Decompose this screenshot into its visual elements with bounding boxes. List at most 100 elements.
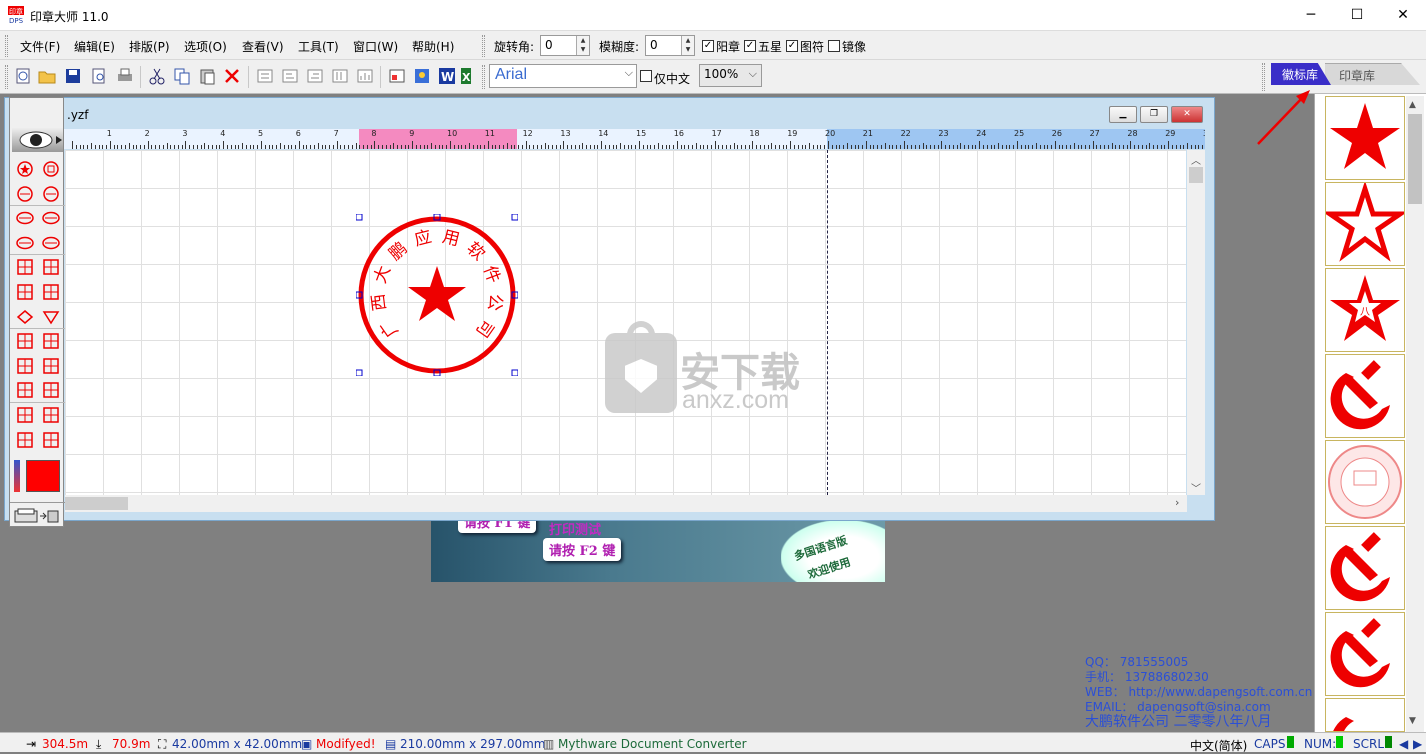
open-folder-icon[interactable] <box>38 67 56 85</box>
seal[interactable]: 广西大鹏应用软件公司 <box>356 214 518 376</box>
scroll-thumb[interactable] <box>1408 114 1422 204</box>
delete-icon[interactable] <box>223 67 241 85</box>
shape-tool-icon[interactable] <box>42 185 60 203</box>
scroll-up-icon[interactable]: ▲ <box>1409 100 1416 110</box>
ruler-label: 6 <box>295 129 301 138</box>
print-icon[interactable] <box>116 67 134 85</box>
shape-tool-icon[interactable] <box>42 209 60 227</box>
toolbar-grip[interactable] <box>5 35 8 57</box>
shape-tool-icon[interactable] <box>16 185 34 203</box>
shape-tool-icon[interactable] <box>42 406 60 424</box>
shape-tool-icon[interactable] <box>16 381 34 399</box>
menu-options[interactable]: 选项(O) <box>184 38 227 55</box>
doc-vertical-scrollbar[interactable]: ︿ ﹀ <box>1187 150 1205 495</box>
doc-horizontal-scrollbar[interactable]: › <box>65 495 1187 512</box>
shape-tool-icon[interactable] <box>16 258 34 276</box>
cut-icon[interactable] <box>148 67 166 85</box>
color-swatch-red[interactable] <box>26 460 60 492</box>
excel-icon[interactable]: X <box>461 67 471 85</box>
shape-tool-icon[interactable] <box>42 431 60 449</box>
emblem-army-star[interactable]: 八 <box>1325 268 1405 352</box>
scroll-up-icon[interactable]: ︿ <box>1191 152 1201 167</box>
eye-icon[interactable] <box>12 128 63 152</box>
toolbar-grip[interactable] <box>5 65 8 89</box>
shape-tool-icon[interactable] <box>16 406 34 424</box>
shape-tool-icon[interactable] <box>16 332 34 350</box>
minimize-button[interactable]: ─ <box>1288 0 1334 31</box>
emblem-hammer-sickle-4[interactable] <box>1325 698 1405 732</box>
only-chinese-checkbox[interactable] <box>640 70 652 82</box>
emblem-outline-star[interactable] <box>1321 180 1409 266</box>
emblem-circular-badge[interactable] <box>1325 440 1405 524</box>
shape-tool-icon[interactable] <box>16 308 34 326</box>
scroll-down-icon[interactable]: ▼ <box>1409 716 1416 726</box>
rotation-spin-buttons[interactable]: ▲ ▼ <box>576 36 589 55</box>
scroll-thumb[interactable] <box>65 497 128 510</box>
scroll-right-icon[interactable]: ▶ <box>1413 737 1422 751</box>
shape-tool-icon[interactable] <box>16 234 34 252</box>
scroll-thumb[interactable] <box>1189 167 1203 183</box>
maximize-button[interactable]: ☐ <box>1334 0 1380 31</box>
shape-tool-icon[interactable] <box>42 357 60 375</box>
paste-icon[interactable] <box>198 67 216 85</box>
menu-layout[interactable]: 排版(P) <box>129 38 170 55</box>
picture-icon[interactable] <box>413 67 431 85</box>
checkbox-mirror[interactable] <box>828 40 840 52</box>
zoom-select[interactable]: 100% ⌵ <box>699 64 762 87</box>
scroll-right-icon[interactable]: › <box>1175 496 1179 509</box>
copy-icon[interactable] <box>173 67 191 85</box>
align-icon[interactable] <box>281 67 299 85</box>
checkbox-symbol[interactable]: ✓ <box>786 40 798 52</box>
toolbar-grip[interactable] <box>482 65 485 89</box>
shape-tool-icon[interactable] <box>16 209 34 227</box>
printer-icon[interactable] <box>14 508 60 524</box>
shape-tool-icon[interactable] <box>16 283 34 301</box>
shape-tool-icon[interactable] <box>42 258 60 276</box>
shape-tool-icon[interactable] <box>16 160 34 178</box>
toolbar-grip[interactable] <box>482 35 485 57</box>
align-icon[interactable] <box>356 67 374 85</box>
emblem-scrollbar[interactable]: ▲ ▼ <box>1406 96 1424 732</box>
scroll-left-icon[interactable]: ◀ <box>1399 737 1408 751</box>
emblem-hammer-sickle-3[interactable] <box>1325 612 1405 696</box>
checkbox-star[interactable]: ✓ <box>744 40 756 52</box>
menu-tools[interactable]: 工具(T) <box>298 38 339 55</box>
font-select[interactable]: Arial ⌵ <box>489 64 637 88</box>
emblem-solid-star[interactable] <box>1325 96 1405 180</box>
align-icon[interactable] <box>306 67 324 85</box>
doc-close-button[interactable]: ✕ <box>1171 106 1203 123</box>
design-canvas[interactable]: 广西大鹏应用软件公司 安下载 anxz.com <box>65 150 1186 495</box>
menu-file[interactable]: 文件(F) <box>20 38 60 55</box>
contact-company: 大鹏软件公司 二零零八年八月 <box>1085 714 1272 730</box>
shape-tool-icon[interactable] <box>16 431 34 449</box>
menu-help[interactable]: 帮助(H) <box>412 38 454 55</box>
word-icon[interactable]: W <box>438 67 456 85</box>
print-preview-icon[interactable] <box>90 67 108 85</box>
shape-tool-icon[interactable] <box>16 357 34 375</box>
toolbar-grip[interactable] <box>1262 63 1265 91</box>
shape-tool-icon[interactable] <box>42 234 60 252</box>
blur-spin-buttons[interactable]: ▲ ▼ <box>681 36 694 55</box>
shape-tool-icon[interactable] <box>42 283 60 301</box>
shape-tool-icon[interactable] <box>42 332 60 350</box>
shape-tool-icon[interactable] <box>42 160 60 178</box>
emblem-hammer-sickle-2[interactable] <box>1325 526 1405 610</box>
menu-view[interactable]: 查看(V) <box>242 38 284 55</box>
shape-tool-icon[interactable] <box>42 381 60 399</box>
doc-minimize-button[interactable]: ▁ <box>1109 106 1137 123</box>
image-icon[interactable] <box>388 67 406 85</box>
checkbox-yang[interactable]: ✓ <box>702 40 714 52</box>
checkbox-mirror-label: 镜像 <box>842 40 867 54</box>
menu-window[interactable]: 窗口(W) <box>353 38 398 55</box>
scroll-down-icon[interactable]: ﹀ <box>1191 480 1201 495</box>
emblem-hammer-sickle[interactable] <box>1325 354 1405 438</box>
color-gradient-swatch[interactable] <box>14 460 20 492</box>
shape-tool-icon[interactable] <box>42 308 60 326</box>
doc-restore-button[interactable]: ❐ <box>1140 106 1168 123</box>
save-icon[interactable] <box>64 67 82 85</box>
menu-edit[interactable]: 编辑(E) <box>74 38 115 55</box>
align-icon[interactable] <box>256 67 274 85</box>
align-icon[interactable] <box>331 67 349 85</box>
stamp-icon[interactable] <box>14 67 32 85</box>
close-button[interactable]: ✕ <box>1380 0 1426 31</box>
